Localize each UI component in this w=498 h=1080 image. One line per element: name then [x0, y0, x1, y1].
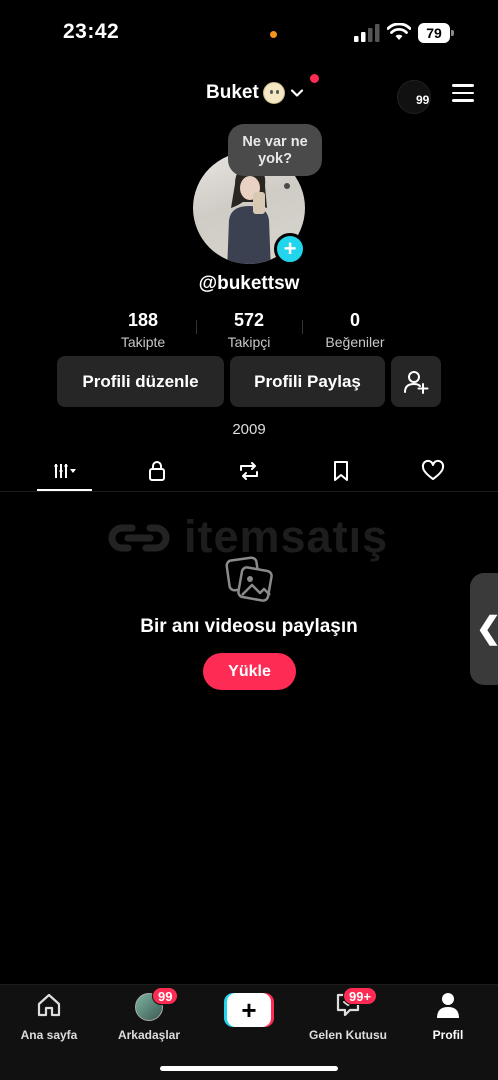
stat-label: Takipçi [227, 334, 271, 350]
cellular-signal-icon [354, 24, 380, 42]
profile-bio: 2009 [232, 421, 266, 438]
note-bubble[interactable]: Ne var ne yok? [228, 124, 322, 176]
side-panel-handle[interactable]: ❮ [470, 573, 498, 685]
stat-value: 572 [233, 310, 265, 330]
heart-icon [421, 459, 445, 480]
add-user-icon [404, 370, 429, 394]
upload-button[interactable]: Yükle [203, 653, 296, 690]
tab-private[interactable] [129, 450, 185, 492]
battery-level: 79 [426, 25, 442, 41]
nav-label: Gelen Kutusu [308, 1028, 387, 1042]
story-count: 99 [416, 93, 430, 107]
profile-handle: @bukettsw [198, 273, 300, 294]
stat-following[interactable]: 188 Takipte [90, 308, 196, 354]
tab-reposts[interactable] [221, 450, 277, 492]
watermark-chain-icon [108, 524, 170, 552]
battery-indicator: 79 [418, 23, 454, 43]
note-bubble-tail [284, 183, 290, 189]
home-indicator [160, 1066, 338, 1071]
nav-friends[interactable]: 99 Arkadaşlar [104, 987, 194, 1043]
wifi-icon [387, 23, 411, 40]
menu-line [452, 99, 474, 102]
emoji-icon [262, 82, 285, 104]
create-button[interactable]: + [224, 993, 274, 1027]
empty-state-title: Bir anı videosu paylaşın [140, 616, 358, 637]
nav-label: Profil [432, 1028, 464, 1042]
notification-dot [310, 74, 319, 83]
stat-value: 188 [127, 310, 159, 330]
watermark-text: itemsatış [184, 511, 389, 562]
status-time: 23:42 [63, 20, 120, 43]
battery-cap [451, 30, 454, 36]
nav-inbox[interactable]: 99+ Gelen Kutusu [303, 987, 393, 1043]
stat-value: 0 [349, 310, 360, 330]
nav-label: Arkadaşlar [117, 1028, 181, 1042]
tab-favorites[interactable] [313, 450, 369, 492]
chevron-down-icon [290, 89, 303, 97]
stat-likes[interactable]: 0 Beğeniler [302, 308, 408, 354]
avatar-photo [227, 166, 271, 264]
menu-line [452, 91, 474, 94]
edit-profile-button[interactable]: Profili düzenle [57, 356, 224, 407]
bottom-nav: Ana sayfa 99 Arkadaşlar + 99+ Gelen Kutu… [0, 984, 498, 1080]
stat-followers[interactable]: 572 Takipçi [196, 308, 302, 354]
recording-indicator-dot [270, 31, 277, 38]
add-friend-button[interactable] [391, 356, 441, 407]
videos-icon [54, 464, 76, 478]
menu-icon[interactable] [452, 84, 474, 102]
bookmark-icon [334, 461, 348, 481]
nav-home[interactable]: Ana sayfa [4, 991, 94, 1043]
photo-album-icon [225, 556, 273, 602]
share-profile-button[interactable]: Profili Paylaş [230, 356, 385, 407]
tab-liked[interactable] [405, 450, 461, 492]
chevron-left-icon: ❮ [476, 611, 498, 646]
plus-icon: + [227, 993, 271, 1027]
home-icon [37, 993, 61, 1017]
menu-line [452, 84, 474, 87]
nav-label: Ana sayfa [20, 1028, 78, 1042]
profile-icon [437, 993, 459, 1018]
stat-label: Takipte [120, 334, 166, 350]
nav-profile[interactable]: Profil [403, 991, 493, 1043]
stat-label: Beğeniler [325, 334, 385, 350]
profile-stats: 188 Takipte 572 Takipçi 0 Beğeniler [90, 308, 408, 354]
add-story-button[interactable]: + [274, 233, 306, 265]
repost-icon [240, 462, 258, 480]
friends-badge: 99 [152, 987, 179, 1005]
active-tab-indicator [37, 489, 92, 491]
account-name: Buket [206, 82, 259, 103]
content-tabs [0, 450, 498, 492]
tab-videos[interactable] [37, 450, 93, 492]
status-bar: 23:42 79 [0, 0, 498, 64]
top-nav: Buket 99 [0, 70, 498, 116]
inbox-badge: 99+ [343, 987, 378, 1005]
account-switcher[interactable]: Buket [206, 80, 305, 106]
lock-icon [149, 461, 165, 481]
